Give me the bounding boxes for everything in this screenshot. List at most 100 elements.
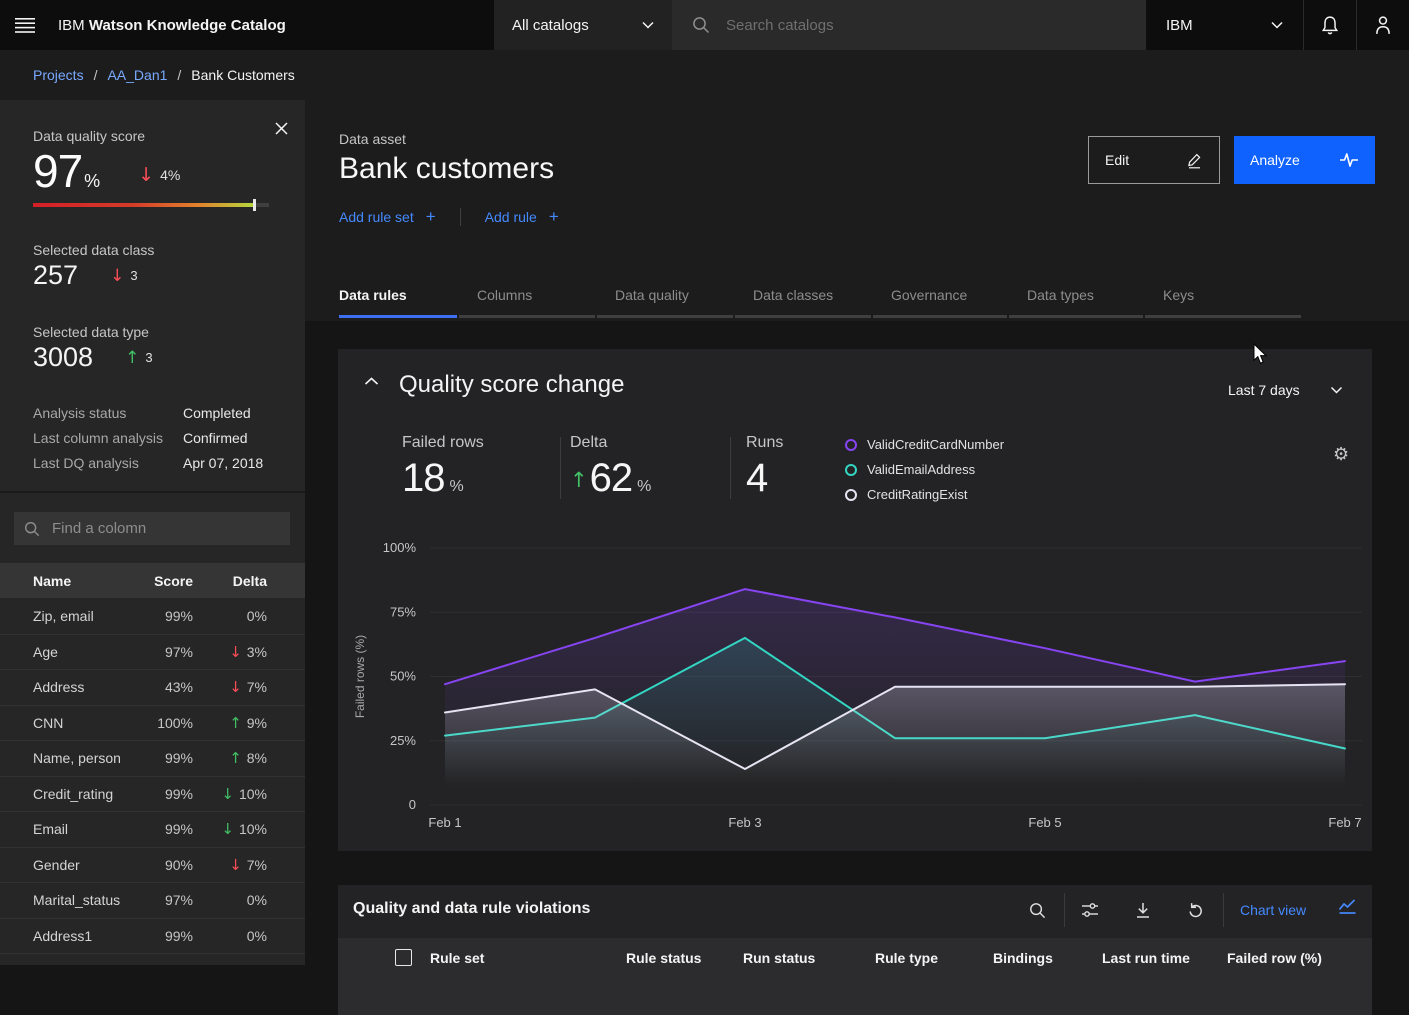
select-all-checkbox[interactable] bbox=[395, 949, 412, 966]
search-icon[interactable] bbox=[1021, 894, 1053, 926]
tab-label: Data quality bbox=[597, 281, 733, 303]
tab-data-rules[interactable]: Data rules bbox=[339, 281, 457, 318]
delta-value: 7% bbox=[247, 857, 267, 873]
breadcrumb-item[interactable]: Projects bbox=[33, 67, 84, 83]
header-score[interactable]: Score bbox=[135, 573, 193, 589]
column-header[interactable]: Run status bbox=[743, 950, 815, 966]
tab-data-classes[interactable]: Data classes bbox=[735, 281, 871, 318]
line-chart-icon[interactable] bbox=[1338, 898, 1357, 915]
column-name: Marital_status bbox=[33, 892, 135, 908]
column-score: 90% bbox=[135, 857, 193, 873]
column-header[interactable]: Last run time bbox=[1102, 950, 1190, 966]
delta-value: 7% bbox=[247, 679, 267, 695]
delta-value: 10% bbox=[239, 821, 267, 837]
column-header[interactable]: Rule set bbox=[430, 950, 484, 966]
tab-data-types[interactable]: Data types bbox=[1009, 281, 1143, 318]
analyze-button[interactable]: Analyze bbox=[1234, 136, 1375, 184]
download-icon[interactable] bbox=[1127, 894, 1159, 926]
chevron-down-icon bbox=[1271, 21, 1283, 29]
meta-label: Analysis status bbox=[33, 405, 183, 421]
data-class-stat: 257 ↓3 bbox=[33, 260, 138, 291]
header-delta[interactable]: Delta bbox=[193, 573, 305, 589]
column-header[interactable]: Rule type bbox=[875, 950, 938, 966]
column-header[interactable]: Rule status bbox=[626, 950, 701, 966]
tab-underline bbox=[1009, 315, 1143, 318]
svg-text:50%: 50% bbox=[390, 669, 416, 684]
search-icon bbox=[24, 521, 40, 537]
column-score: 97% bbox=[135, 644, 193, 660]
breadcrumb-item[interactable]: AA_Dan1 bbox=[107, 67, 167, 83]
column-name: Email bbox=[33, 821, 135, 837]
column-score-row[interactable]: Address43%↓7% bbox=[0, 669, 305, 705]
tab-bar: Data rulesColumnsData qualityData classe… bbox=[339, 281, 1301, 318]
column-score: 99% bbox=[135, 750, 193, 766]
svg-text:0: 0 bbox=[409, 797, 416, 812]
tab-keys[interactable]: Keys bbox=[1145, 281, 1301, 318]
analysis-meta-row: Last column analysisConfirmed bbox=[33, 425, 289, 450]
tab-data-quality[interactable]: Data quality bbox=[597, 281, 733, 318]
column-score-row[interactable]: ↑ bbox=[0, 953, 305, 965]
edit-button-label: Edit bbox=[1105, 152, 1129, 168]
arrow-up-icon: ↑ bbox=[229, 749, 242, 767]
tab-underline bbox=[459, 315, 595, 318]
column-score-row[interactable]: Email99%↓10% bbox=[0, 811, 305, 847]
search-input[interactable] bbox=[724, 16, 1126, 35]
data-type-delta: 3 bbox=[145, 350, 152, 365]
app-brand[interactable]: IBM Watson Knowledge Catalog bbox=[58, 17, 286, 34]
column-score-row[interactable]: Name, person99%↑8% bbox=[0, 740, 305, 776]
column-score-row[interactable]: Marital_status97% 0% bbox=[0, 882, 305, 918]
delta-value: 0% bbox=[247, 892, 267, 908]
tab-governance[interactable]: Governance bbox=[873, 281, 1007, 318]
edit-button[interactable]: Edit bbox=[1088, 136, 1220, 184]
column-name: Address1 bbox=[33, 928, 135, 944]
analyze-button-label: Analyze bbox=[1250, 152, 1300, 168]
tab-label: Data rules bbox=[339, 281, 457, 303]
column-score-row[interactable]: CNN100%↑9% bbox=[0, 705, 305, 741]
violations-table-header: Rule set Rule status Run status Rule type Bi… bbox=[338, 938, 1372, 1015]
column-header[interactable]: Bindings bbox=[993, 950, 1053, 966]
column-name: CNN bbox=[33, 715, 135, 731]
column-score-row[interactable]: Address199%0% bbox=[0, 918, 305, 954]
delta-value: 9% bbox=[247, 715, 267, 731]
account-dropdown[interactable]: IBM bbox=[1146, 0, 1303, 50]
svg-text:Feb 3: Feb 3 bbox=[728, 815, 761, 830]
divider bbox=[1064, 893, 1065, 927]
svg-text:Feb 1: Feb 1 bbox=[428, 815, 461, 830]
tab-label: Data classes bbox=[735, 281, 871, 303]
tab-label: Governance bbox=[873, 281, 1007, 303]
add-rule-link[interactable]: Add rule+ bbox=[485, 207, 559, 227]
add-rule-label: Add rule bbox=[485, 209, 537, 225]
settings-adjust-icon[interactable] bbox=[1074, 894, 1106, 926]
arrow-down-icon: ↓ bbox=[221, 820, 234, 838]
column-delta: ↓7% bbox=[193, 678, 305, 696]
column-score-row[interactable]: Age97%↓3% bbox=[0, 634, 305, 670]
score-unit: % bbox=[84, 171, 100, 192]
notifications-button[interactable] bbox=[1303, 0, 1356, 50]
column-name: Gender bbox=[33, 857, 135, 873]
column-score: 100% bbox=[135, 715, 193, 731]
column-score-row[interactable]: Gender90%↓7% bbox=[0, 847, 305, 883]
svg-text:Feb 5: Feb 5 bbox=[1028, 815, 1061, 830]
column-delta: ↑8% bbox=[193, 749, 305, 767]
catalog-dropdown[interactable]: All catalogs bbox=[494, 0, 672, 50]
column-name: Credit_rating bbox=[33, 786, 135, 802]
column-score: 97% bbox=[135, 892, 193, 908]
column-header[interactable]: Failed row (%) bbox=[1227, 950, 1322, 966]
add-rule-set-link[interactable]: Add rule set+ bbox=[339, 207, 436, 227]
data-quality-sidebar: Data quality score 97% ↓4% Selected data… bbox=[0, 100, 305, 965]
profile-button[interactable] bbox=[1356, 0, 1409, 50]
find-column-input[interactable] bbox=[50, 519, 280, 538]
column-score-row[interactable]: Credit_rating99%↓10% bbox=[0, 776, 305, 812]
score-value: 97 bbox=[33, 144, 82, 198]
reset-icon[interactable] bbox=[1179, 894, 1211, 926]
top-navbar: IBM Watson Knowledge Catalog All catalog… bbox=[0, 0, 1409, 50]
hamburger-menu-icon[interactable] bbox=[0, 0, 50, 50]
chart-view-toggle[interactable]: Chart view bbox=[1240, 902, 1306, 918]
column-score-row[interactable]: Zip, email99%0% bbox=[0, 598, 305, 634]
close-icon[interactable] bbox=[269, 116, 293, 140]
user-icon bbox=[1374, 15, 1392, 35]
rule-links: Add rule set+ Add rule+ bbox=[339, 207, 559, 227]
header-name[interactable]: Name bbox=[33, 573, 135, 589]
tab-columns[interactable]: Columns bbox=[459, 281, 595, 318]
navbar-left: IBM Watson Knowledge Catalog bbox=[0, 0, 494, 50]
